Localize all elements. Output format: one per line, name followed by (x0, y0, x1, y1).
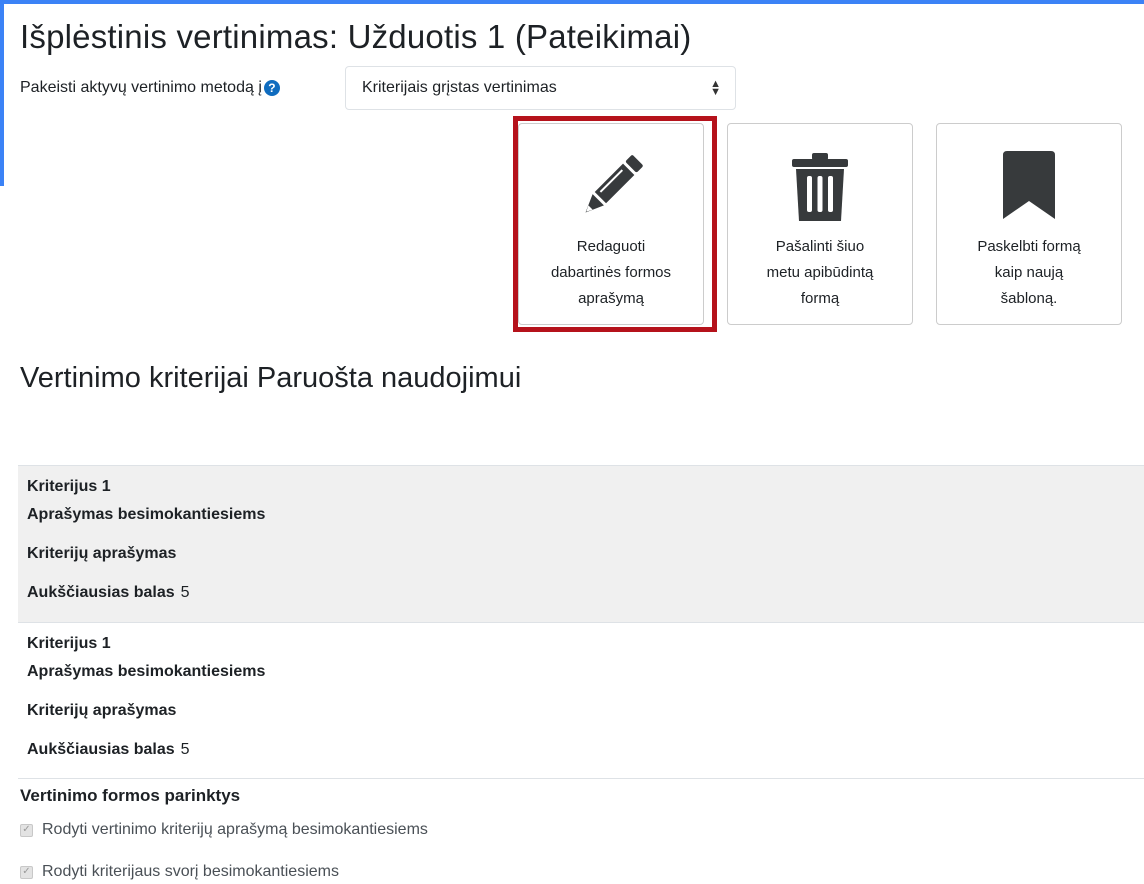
criterion-name: Kriterijus 1 (27, 635, 111, 652)
window-frame-top (0, 0, 1144, 4)
max-score-label: Aukščiausias balas (27, 741, 175, 758)
publish-template-label: Paskelbti formą kaip naują šabloną. (977, 238, 1081, 307)
delete-form-label: Pašalinti šiuo metu apibūdintą formą (766, 238, 874, 307)
page-title: Išplėstinis vertinimas: Užduotis 1 (Pate… (20, 18, 692, 55)
criteria-section-title: Vertinimo kriterijai Paruošta naudojimui (20, 362, 522, 394)
option-show-weight: ✓ Rodyti kriterijaus svorį besimokanties… (20, 863, 339, 881)
criterion-description: Kriterijų aprašymas (27, 545, 177, 562)
criterion-name: Kriterijus 1 (27, 478, 111, 495)
option-label: Rodyti vertinimo kriterijų aprašymą besi… (42, 821, 428, 838)
criteria-table: Kriterijus 1 Aprašymas besimokantiesiems… (18, 465, 1144, 779)
trash-icon (728, 151, 912, 223)
question-circle-icon[interactable]: ? (263, 80, 280, 96)
publish-template-button[interactable]: Paskelbti formą kaip naują šabloną. (936, 123, 1122, 325)
grading-method-selected: Kriterijais grįstas vertinimas (362, 79, 557, 96)
criterion-description: Kriterijų aprašymas (27, 702, 177, 719)
grading-method-select[interactable]: Kriterijais grįstas vertinimas ▲ ▼ (345, 66, 736, 110)
checkbox-checked-disabled: ✓ (20, 823, 33, 837)
grading-method-label: Pakeisti aktyvų vertinimo metodą į (20, 79, 262, 96)
max-score-label: Aukščiausias balas (27, 584, 175, 601)
option-show-description: ✓ Rodyti vertinimo kriterijų aprašymą be… (20, 821, 428, 839)
form-options-title: Vertinimo formos parinktys (20, 786, 241, 805)
option-label: Rodyti kriterijaus svorį besimokantiesie… (42, 863, 339, 880)
checkbox-checked-disabled: ✓ (20, 865, 33, 879)
criterion-row: Kriterijus 1 Aprašymas besimokantiesiems… (18, 622, 1144, 779)
max-score-value: 5 (180, 741, 190, 758)
bookmark-icon (937, 151, 1121, 223)
window-frame-left (0, 0, 4, 186)
criterion-student-description: Aprašymas besimokantiesiems (27, 663, 266, 680)
criterion-student-description: Aprašymas besimokantiesiems (27, 506, 266, 523)
highlight-box (513, 116, 717, 332)
max-score-value: 5 (180, 584, 190, 601)
delete-form-button[interactable]: Pašalinti šiuo metu apibūdintą formą (727, 123, 913, 325)
criterion-row: Kriterijus 1 Aprašymas besimokantiesiems… (18, 465, 1144, 622)
select-caret-icon: ▲ ▼ (710, 78, 721, 98)
grading-method-row: Pakeisti aktyvų vertinimo metodą į ? Kri… (20, 66, 736, 110)
